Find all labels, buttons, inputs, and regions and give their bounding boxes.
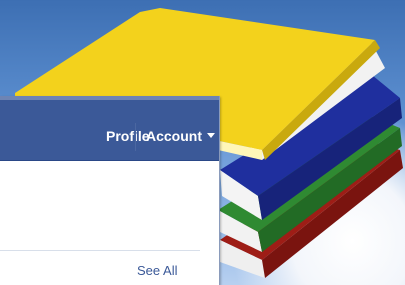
top-bar-highlight [0, 96, 219, 100]
facebook-dropdown-panel: Profile Account See All [0, 96, 220, 285]
list-divider [0, 250, 200, 251]
see-all-link[interactable]: See All [137, 263, 177, 278]
nav-profile-link[interactable]: Profile [106, 128, 150, 144]
account-caret-icon [207, 132, 215, 138]
nav-divider [135, 123, 136, 151]
notifications-list [0, 161, 219, 285]
nav-account-label: Account [146, 128, 202, 144]
top-navigation-bar: Profile Account [0, 96, 219, 161]
nav-account-menu[interactable]: Account [146, 128, 215, 144]
